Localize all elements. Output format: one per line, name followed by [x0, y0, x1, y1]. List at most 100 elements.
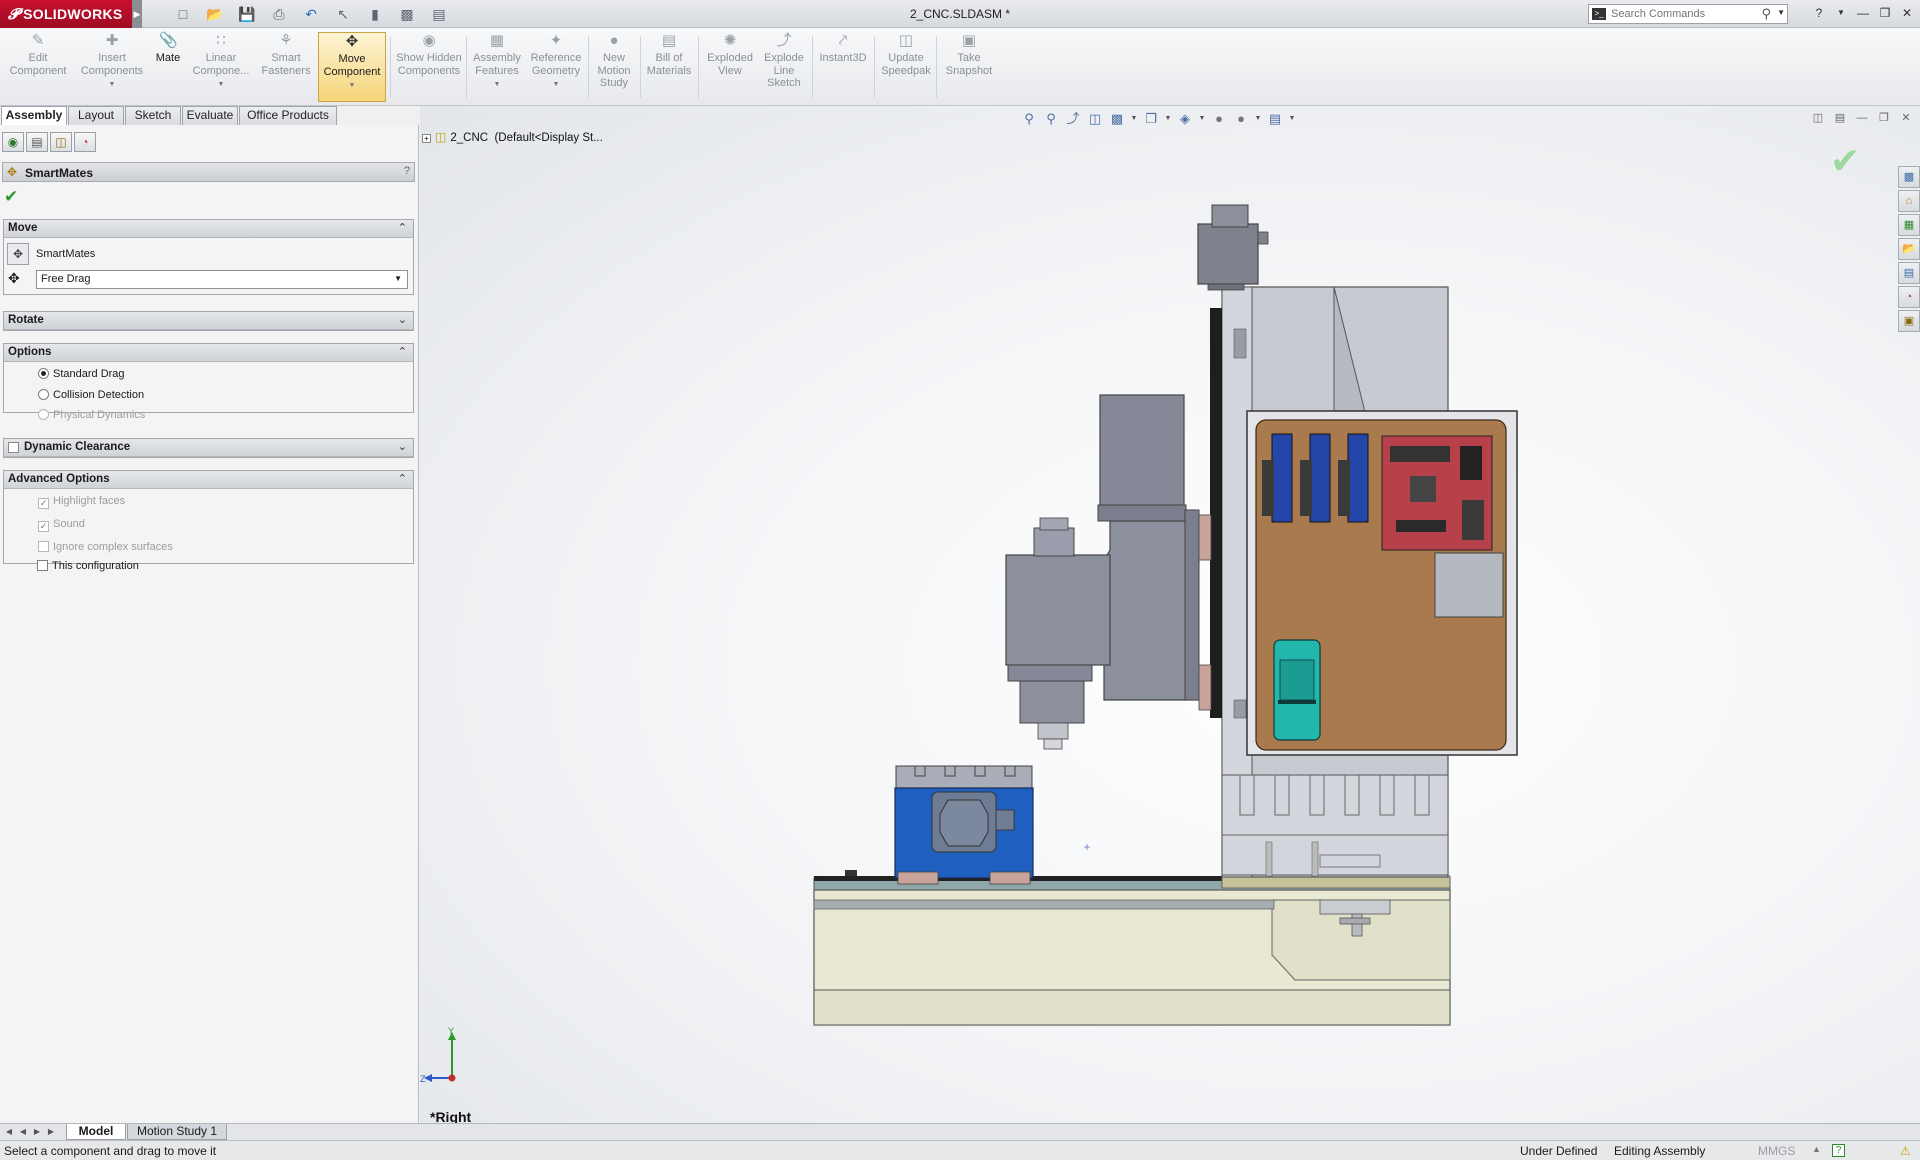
chevron-down-icon[interactable]: ▼ — [319, 80, 385, 93]
paperclip-icon: 📎 — [159, 32, 178, 49]
open-folder-icon[interactable]: 📂 — [202, 4, 228, 24]
drag-mode-select[interactable]: Free Drag ▼ — [36, 270, 408, 289]
insert-components-button[interactable]: ✚ Insert Components ▼ — [78, 32, 146, 102]
move-arrows-icon: ✥ — [8, 270, 20, 286]
insert-components-icon: ✚ — [105, 32, 119, 49]
tab-office-products[interactable]: Office Products — [239, 106, 337, 125]
collision-detection-radio[interactable]: Collision Detection — [38, 389, 144, 401]
chevron-up-icon[interactable]: ⌃ — [398, 472, 407, 485]
check-icon: ✓ — [38, 521, 49, 532]
undo-icon[interactable]: ↶ — [298, 4, 324, 24]
chevron-down-icon[interactable]: ▼ — [190, 79, 252, 92]
take-snapshot-button[interactable]: ▣ Take Snapshot — [940, 32, 998, 102]
select-pointer-icon[interactable]: ↖ — [330, 4, 356, 24]
advanced-options-header[interactable]: Advanced Options ⌃ — [4, 471, 413, 489]
rebuild-status-icon[interactable]: ⚠ — [1900, 1144, 1911, 1158]
move-group-header[interactable]: Move ⌃ — [4, 220, 413, 238]
new-document-icon[interactable]: □ — [170, 4, 196, 24]
help-icon[interactable]: ? — [1810, 4, 1828, 22]
ok-checkmark-icon[interactable]: ✔ — [4, 187, 18, 207]
status-message: Select a component and drag to move it — [4, 1144, 217, 1158]
restore-icon[interactable]: ❐ — [1876, 4, 1894, 22]
instant3d-button[interactable]: ⤤ Instant3D — [816, 32, 870, 102]
chevron-down-icon[interactable]: ▼ — [1832, 4, 1850, 22]
reference-geometry-button[interactable]: ✦ Reference Geometry ▼ — [528, 32, 584, 102]
tab-model[interactable]: Model — [66, 1124, 126, 1140]
update-speedpak-button[interactable]: ◫ Update Speedpak — [878, 32, 934, 102]
options-icon[interactable]: ▤ — [426, 4, 452, 24]
help-icon[interactable]: ? — [1832, 1144, 1845, 1157]
unit-system-button[interactable]: MMGS — [1758, 1144, 1795, 1158]
prev-tab-arrow-icon[interactable]: ◀ — [16, 1125, 30, 1139]
smart-fasteners-button[interactable]: ⚘ Smart Fasteners — [256, 32, 316, 102]
edit-component-icon: ✎ — [31, 32, 45, 49]
edit-component-button[interactable]: ✎ Edit Component — [4, 32, 72, 102]
tab-motion-study-1[interactable]: Motion Study 1 — [127, 1124, 227, 1140]
highlight-faces-checkbox: ✓ Highlight faces — [38, 495, 125, 509]
tab-evaluate[interactable]: Evaluate — [182, 106, 238, 125]
first-tab-arrow-icon[interactable]: ◀ — [2, 1125, 16, 1139]
check-icon: ✓ — [38, 498, 49, 509]
tab-sketch[interactable]: Sketch — [125, 106, 181, 125]
options-group: Options ⌃ Standard Drag Collision Detect… — [3, 343, 414, 421]
property-manager-icon[interactable]: ▤ — [26, 132, 48, 152]
save-icon[interactable]: 💾 — [234, 4, 260, 24]
command-prompt-icon: >_ — [1592, 8, 1606, 20]
linear-component-pattern-button[interactable]: ∷ Linear Compone... ▼ — [190, 32, 252, 102]
search-commands-box[interactable]: >_ ⚲ ▼ — [1588, 4, 1788, 24]
smartmates-icon[interactable]: ✥ — [7, 243, 29, 265]
button-label: Explode Line Sketch — [764, 52, 804, 89]
search-input[interactable] — [1611, 6, 1761, 22]
show-hidden-icon: ◉ — [422, 32, 436, 49]
solidworks-logo[interactable]: 𝓟 SOLIDWORKS — [0, 0, 132, 28]
chevron-down-icon[interactable]: ⌄ — [398, 440, 407, 453]
chevron-up-icon[interactable]: ▲ — [1812, 1144, 1821, 1154]
graphics-viewport[interactable]: + ◫ 2_CNC (Default<Display St... ⚲ ⚲ ⤴ ◫ ▩… — [420, 106, 1920, 1123]
checkbox-label: This configuration — [52, 560, 139, 572]
configuration-manager-icon[interactable]: ◫ — [50, 132, 72, 152]
chevron-down-icon[interactable]: ▼ — [528, 79, 584, 92]
appearance-icon[interactable]: ◔ — [74, 132, 96, 152]
explode-line-sketch-button[interactable]: ⤴ Explode Line Sketch — [760, 32, 808, 102]
chevron-down-icon[interactable]: ▼ — [1777, 8, 1785, 17]
print-icon[interactable]: ⎙ — [266, 4, 292, 24]
ds-logo-icon: 𝓟 — [8, 6, 20, 23]
bill-of-materials-button[interactable]: ▤ Bill of Materials — [644, 32, 694, 102]
assembly-features-button[interactable]: ▦ Assembly Features ▼ — [470, 32, 524, 102]
tab-layout[interactable]: Layout — [68, 106, 124, 125]
chevron-down-icon[interactable]: ▼ — [470, 79, 524, 92]
svg-text:+: + — [1083, 840, 1090, 854]
dynamic-clearance-header[interactable]: Dynamic Clearance ⌄ — [4, 439, 413, 457]
rotate-group-header[interactable]: Rotate ⌄ — [4, 312, 413, 330]
minimize-icon[interactable]: — — [1854, 4, 1872, 22]
title-bar: 𝓟 SOLIDWORKS ▶ □ 📂 💾 ⎙ ↶ ↖ ▮ ▩ ▤ 2_CNC.SL… — [0, 0, 1920, 28]
new-motion-study-button[interactable]: ● New Motion Study — [592, 32, 636, 102]
dynamic-clearance-checkbox[interactable] — [8, 442, 19, 453]
this-configuration-checkbox[interactable]: This configuration — [37, 560, 139, 572]
triad-z-label: Z — [420, 1074, 426, 1084]
move-component-button[interactable]: ✥ Move Component ▼ — [318, 32, 386, 102]
next-tab-arrow-icon[interactable]: ▶ — [30, 1125, 44, 1139]
file-properties-icon[interactable]: ▩ — [394, 4, 420, 24]
options-group-header[interactable]: Options ⌃ — [4, 344, 413, 362]
exploded-view-button[interactable]: ✺ Exploded View — [702, 32, 758, 102]
close-icon[interactable]: ✕ — [1898, 4, 1916, 22]
rotate-group: Rotate ⌄ — [3, 311, 414, 331]
mate-button[interactable]: 📎 Mate — [150, 32, 186, 102]
chevron-down-icon: ▼ — [394, 274, 402, 283]
standard-drag-radio[interactable]: Standard Drag — [38, 368, 125, 380]
tab-assembly[interactable]: Assembly — [1, 106, 67, 126]
chevron-up-icon[interactable]: ⌃ — [398, 345, 407, 358]
cnc-machine-model[interactable]: + — [420, 106, 1920, 1123]
menu-expand-icon[interactable]: ▶ — [132, 0, 142, 28]
radio-icon — [38, 409, 49, 420]
rebuild-icon[interactable]: ▮ — [362, 4, 388, 24]
help-icon[interactable]: ? — [404, 165, 410, 177]
search-icon[interactable]: ⚲ — [1761, 6, 1771, 22]
show-hidden-components-button[interactable]: ◉ Show Hidden Components — [394, 32, 464, 102]
chevron-down-icon[interactable]: ▼ — [78, 79, 146, 92]
last-tab-arrow-icon[interactable]: ▶ — [44, 1125, 58, 1139]
chevron-down-icon[interactable]: ⌄ — [398, 313, 407, 326]
chevron-up-icon[interactable]: ⌃ — [398, 221, 407, 234]
feature-tree-icon[interactable]: ◉ — [2, 132, 24, 152]
